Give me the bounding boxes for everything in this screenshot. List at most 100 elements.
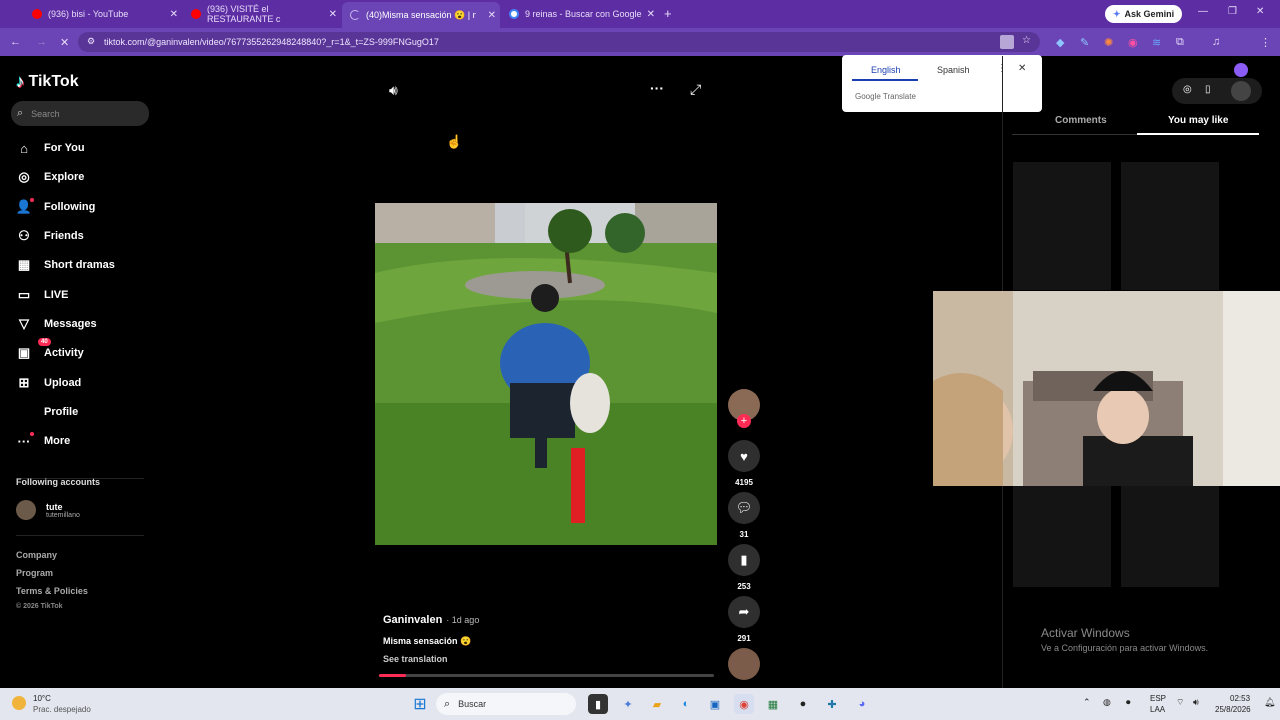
windows-start-icon[interactable]: ⊞ <box>410 694 430 714</box>
nav-profile[interactable]: Profile <box>16 401 78 423</box>
speaker-icon[interactable]: 🔊︎ <box>1193 697 1199 708</box>
input-language[interactable]: ESP <box>1150 694 1166 703</box>
nav-more[interactable]: ··· More <box>16 430 70 452</box>
calculator-icon[interactable]: ▦ <box>763 694 783 714</box>
following-account-item[interactable]: tute tutemillano <box>16 500 80 520</box>
nav-friends[interactable]: ⚇ Friends <box>16 225 84 247</box>
video-progress-bar[interactable] <box>379 674 714 677</box>
close-tab-icon[interactable]: ✕ <box>488 10 496 21</box>
device-icon[interactable]: ▯ <box>1205 84 1211 95</box>
tray-overflow-icon[interactable]: ⌃ <box>1083 697 1091 708</box>
back-icon[interactable]: ← <box>10 36 21 48</box>
nav-following[interactable]: 👤 Following <box>16 196 95 218</box>
like-button[interactable]: ♥ 4195 <box>728 440 760 487</box>
app-icon[interactable]: ✚ <box>822 694 842 714</box>
task-view-icon[interactable]: ▮ <box>588 694 608 714</box>
ask-gemini-button[interactable]: ✦ Ask Gemini <box>1105 5 1183 23</box>
url-input[interactable]: ⚙ tiktok.com/@ganinvalen/video/767735526… <box>78 32 1040 52</box>
browser-tab-active[interactable]: (40)Misma sensación 😮 | n ✕ <box>342 2 500 28</box>
extension-icon[interactable]: ≋ <box>1152 36 1161 49</box>
comment-button[interactable]: 💬︎ 31 <box>728 492 760 539</box>
wifi-icon[interactable]: ⌔ <box>1176 697 1184 708</box>
notifications-icon[interactable]: 🔔︎ <box>1264 697 1275 708</box>
suggested-video-thumbnail[interactable] <box>1121 162 1219 290</box>
tab-you-may-like[interactable]: You may like <box>1168 115 1228 126</box>
extension-icon[interactable]: ◉ <box>1128 36 1138 49</box>
new-tab-icon[interactable]: + <box>664 6 672 21</box>
nav-upload[interactable]: ⊞ Upload <box>16 372 82 394</box>
tab-title: 9 reinas - Buscar con Google <box>525 9 642 19</box>
more-options-icon[interactable]: ··· <box>650 80 664 96</box>
share-count: 291 <box>737 634 751 643</box>
file-explorer-icon[interactable]: ▰ <box>647 694 667 714</box>
footer-link-terms[interactable]: Terms & Policies <box>16 586 88 596</box>
sound-disc[interactable] <box>728 648 760 680</box>
follow-plus-icon[interactable]: + <box>737 414 751 428</box>
translate-popup: English Spanish ⋮ ✕ Google Translate <box>842 55 1042 112</box>
compass-icon[interactable]: ◎ <box>1183 84 1192 95</box>
chrome-icon[interactable]: ◉ <box>734 694 754 714</box>
search-input[interactable]: ⌕ Search <box>11 101 149 126</box>
translate-tab-english[interactable]: English <box>871 65 901 75</box>
suggested-video-thumbnail[interactable] <box>1013 162 1111 290</box>
profile-avatar-icon[interactable] <box>1234 63 1248 77</box>
stop-icon[interactable]: ✕ <box>60 36 69 49</box>
suggested-video-thumbnail[interactable] <box>1013 486 1111 587</box>
clock-time[interactable]: 02:53 <box>1230 694 1250 703</box>
browser-tab[interactable]: (936) bisi - YouTube ✕ <box>24 4 182 24</box>
site-info-icon[interactable]: ⚙ <box>87 36 95 47</box>
windows-taskbar: 10°C Prac. despejado ⊞ ⌕ Buscar ▮ ✦ ▰ ◐ … <box>0 688 1280 720</box>
logo-text: TikTok <box>28 73 79 90</box>
nav-live[interactable]: ▭ LIVE <box>16 284 69 306</box>
browser-tab[interactable]: 9 reinas - Buscar con Google ✕ <box>501 4 659 24</box>
nav-messages[interactable]: ▽ Messages <box>16 313 97 335</box>
microphone-icon[interactable]: ⏺ <box>1126 697 1131 708</box>
close-tab-icon[interactable]: ✕ <box>647 9 655 20</box>
forward-icon[interactable]: → <box>36 36 47 48</box>
video-player[interactable] <box>375 203 717 545</box>
nav-for-you[interactable]: ⌂ For You <box>16 137 84 159</box>
extension-icon[interactable]: ✎ <box>1080 36 1089 49</box>
store-icon[interactable]: ▣ <box>705 694 725 714</box>
send-icon: ▽ <box>19 316 29 331</box>
tab-comments[interactable]: Comments <box>1055 115 1107 126</box>
tiktok-logo[interactable]: ♪ TikTok <box>16 72 79 92</box>
close-tab-icon[interactable]: ✕ <box>170 9 178 20</box>
discord-icon[interactable]: ◕ <box>852 694 872 714</box>
translate-tab-spanish[interactable]: Spanish <box>937 65 970 75</box>
restore-icon[interactable]: ❐ <box>1228 6 1237 17</box>
copilot-icon[interactable]: ✦ <box>618 694 638 714</box>
bookmark-star-icon[interactable]: ☆ <box>1022 35 1031 46</box>
footer-link-program[interactable]: Program <box>16 568 53 578</box>
webcam-overlay <box>933 291 1280 486</box>
avatar[interactable] <box>1231 81 1251 101</box>
translate-close-icon[interactable]: ✕ <box>1018 63 1026 74</box>
nav-explore[interactable]: ◎ Explore <box>16 166 84 188</box>
save-button[interactable]: ▮ 253 <box>728 544 760 591</box>
author-avatar[interactable]: + <box>728 389 760 428</box>
extension-icon[interactable]: ◆ <box>1056 36 1064 49</box>
close-window-icon[interactable]: ✕ <box>1256 6 1264 17</box>
close-tab-icon[interactable]: ✕ <box>329 9 337 20</box>
fullscreen-icon[interactable]: ⤢ <box>690 81 701 98</box>
edge-icon[interactable]: ◐ <box>676 694 696 714</box>
browser-tab[interactable]: (936) VISITÉ el RESTAURANTE c ✕ <box>183 4 341 24</box>
menu-kebab-icon[interactable]: ⋮ <box>1260 36 1271 49</box>
author-name[interactable]: Ganinvalen <box>383 614 442 626</box>
volume-icon[interactable]: 🔊︎ <box>389 82 398 99</box>
extension-icon[interactable]: ✺ <box>1104 36 1113 49</box>
taskbar-search[interactable]: ⌕ Buscar <box>436 693 576 715</box>
minimize-icon[interactable]: — <box>1198 6 1208 17</box>
see-translation-link[interactable]: See translation <box>383 654 448 664</box>
network-icon[interactable]: ◍ <box>1103 697 1111 708</box>
suggested-video-thumbnail[interactable] <box>1121 486 1219 587</box>
nav-activity[interactable]: ▣ 40 Activity <box>16 338 84 364</box>
media-icon[interactable]: ♫ <box>1212 36 1220 48</box>
nav-short-dramas[interactable]: ▦ Short dramas <box>16 254 115 276</box>
app-icon[interactable]: ● <box>793 694 813 714</box>
weather-temp[interactable]: 10°C <box>33 694 51 703</box>
puzzle-icon[interactable]: ⧉ <box>1176 36 1184 49</box>
footer-link-company[interactable]: Company <box>16 550 57 560</box>
translate-icon[interactable] <box>1000 35 1014 49</box>
share-button[interactable]: ➦ 291 <box>728 596 760 643</box>
